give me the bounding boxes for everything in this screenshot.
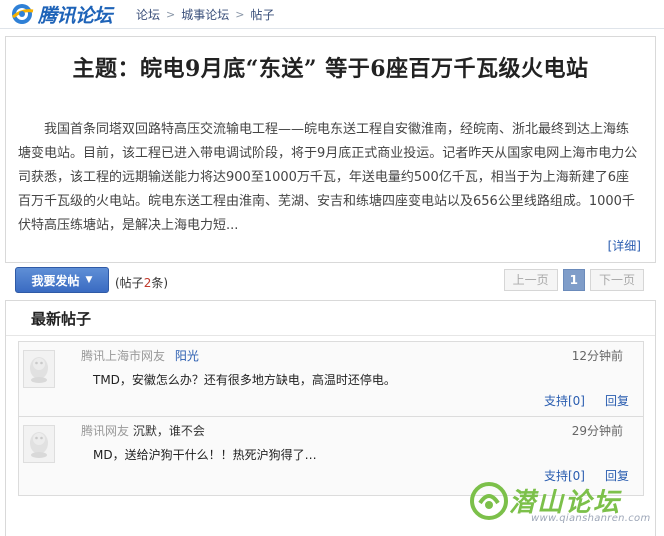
breadcrumb: 论坛 > 城事论坛 > 帖子: [136, 6, 274, 23]
post-meta: 腾讯上海市网友 阳光: [81, 347, 199, 364]
thread-summary-box: 我国首条同塔双回路特高压交流输电工程——皖电东送工程自安徽淮南，经皖南、浙北最终…: [5, 98, 656, 263]
latest-posts-title: 最新帖子: [31, 310, 92, 328]
watermark-logo-icon: [470, 482, 508, 520]
avatar[interactable]: [23, 425, 55, 463]
breadcrumb-city-forum[interactable]: 城事论坛: [181, 6, 229, 23]
reply-button[interactable]: 回复: [605, 392, 629, 409]
post-time: 29分钟前: [571, 424, 623, 438]
post-count: (帖子2条): [115, 274, 168, 291]
watermark-url: www.qianshanren.com: [531, 513, 651, 524]
post-content: TMD，安徽怎么办？还有很多地方缺电，高温时还停电。: [93, 373, 396, 387]
pagination: 上一页 1 下一页: [503, 269, 644, 291]
site-logo[interactable]: 腾讯论坛: [10, 2, 113, 27]
prev-page-button[interactable]: 上一页: [503, 269, 558, 291]
breadcrumb-separator-icon: >: [235, 8, 245, 21]
post-meta: 腾讯网友 沉默，谁不会: [81, 422, 205, 439]
breadcrumb-current: 帖子: [250, 8, 275, 22]
thread-title: 主题：皖电9月底“东送” 等于6座百万千瓦级火电站: [72, 56, 589, 82]
penguin-avatar-icon: [30, 357, 48, 383]
breadcrumb-separator-icon: >: [166, 8, 176, 21]
top-bar: 腾讯论坛 论坛 > 城事论坛 > 帖子: [0, 0, 664, 29]
post-source: 腾讯上海市网友: [81, 349, 166, 363]
post-username[interactable]: 沉默，谁不会: [133, 424, 205, 438]
details-link[interactable]: [详细]: [608, 237, 641, 254]
avatar[interactable]: [23, 350, 55, 388]
post-username[interactable]: 阳光: [175, 349, 199, 363]
support-button[interactable]: 支持[0]: [544, 392, 585, 409]
logo-text: 腾讯论坛: [38, 4, 113, 27]
post-content: MD，送给沪狗干什么！！热死沪狗得了…: [93, 448, 317, 462]
tencent-logo-icon: [10, 2, 36, 26]
watermark: 潜山论坛 www.qianshanren.com: [465, 479, 660, 527]
current-page[interactable]: 1: [562, 269, 585, 291]
chevron-down-icon: ▼: [85, 275, 93, 285]
penguin-avatar-icon: [30, 432, 48, 458]
post-count-prefix: (帖子: [115, 276, 144, 290]
action-bar: 我要发帖 ▼ (帖子2条) 上一页 1 下一页: [5, 262, 654, 300]
latest-posts-header: 最新帖子: [6, 301, 655, 336]
post-actions: 支持[0] 回复: [544, 392, 629, 409]
new-post-button[interactable]: 我要发帖 ▼: [15, 267, 109, 293]
post-time: 12分钟前: [571, 349, 623, 363]
post-count-suffix: 条): [151, 276, 169, 290]
thread-summary: 我国首条同塔双回路特高压交流输电工程——皖电东送工程自安徽淮南，经皖南、浙北最终…: [18, 122, 638, 233]
post-item: 腾讯上海市网友 阳光 12分钟前 TMD，安徽怎么办？还有很多地方缺电，高温时还…: [18, 341, 644, 421]
new-post-label: 我要发帖: [31, 273, 80, 288]
post-source: 腾讯网友: [81, 424, 130, 438]
breadcrumb-forum[interactable]: 论坛: [136, 6, 160, 23]
thread-title-box: 主题：皖电9月底“东送” 等于6座百万千瓦级火电站: [5, 36, 656, 100]
next-page-button[interactable]: 下一页: [589, 269, 644, 291]
